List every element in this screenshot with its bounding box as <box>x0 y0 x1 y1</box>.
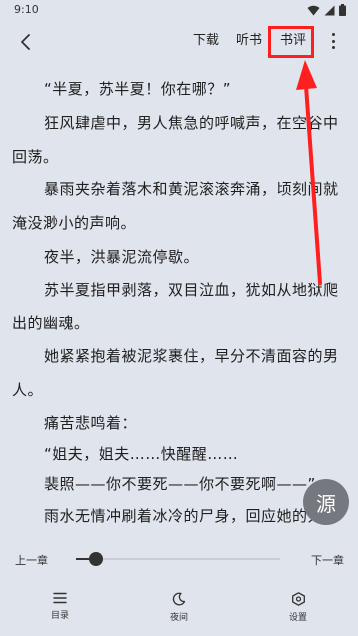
text-line: 淹没渺小的声响。 <box>12 214 137 232</box>
catalog-label: 目录 <box>50 611 69 621</box>
text-line: 暴雨夹杂着落木和黄泥滚滚奔涌，顷刻间就 <box>44 180 339 198</box>
back-button[interactable] <box>14 30 38 54</box>
text-line: 回荡。 <box>12 148 59 166</box>
settings-icon <box>291 592 305 606</box>
status-icons <box>307 4 346 16</box>
progress-slider[interactable] <box>76 552 280 566</box>
text-line: 出的幽魂。 <box>12 314 90 332</box>
text-line: “半夏，苏半夏！你在哪？” <box>44 80 232 98</box>
menu-list-icon <box>53 592 67 604</box>
status-bar: 9:10 <box>0 0 358 20</box>
status-time: 9:10 <box>14 3 39 16</box>
more-options-button[interactable] <box>326 30 340 52</box>
next-chapter-button[interactable]: 下一章 <box>311 552 344 568</box>
bottom-nav: 目录 夜间 设置 <box>0 588 358 636</box>
more-dot <box>331 46 335 49</box>
text-line: 苏半夏指甲剥落，双目泣血，犹如从地狱爬 <box>44 281 339 299</box>
text-line: 狂风肆虐中，男人焦急的呼喊声，在空谷中 <box>44 114 339 132</box>
text-line: 她紧紧抱着被泥浆裹住，早分不清面容的男 <box>44 347 339 365</box>
progress-thumb[interactable] <box>89 552 104 566</box>
text-line: 夜半，洪暴泥流停歇。 <box>44 248 200 266</box>
text-line: 人。 <box>12 381 44 399</box>
listen-button[interactable]: 听书 <box>236 31 262 51</box>
source-button[interactable]: 源 <box>303 479 349 525</box>
chapter-progress: 上一章 下一章 <box>0 544 358 574</box>
more-dot <box>331 33 335 36</box>
night-mode-button[interactable]: 夜间 <box>144 592 214 623</box>
text-line: “姐夫，姐夫……快醒醒…… <box>44 445 239 463</box>
prev-chapter-button[interactable]: 上一章 <box>15 552 48 568</box>
download-button[interactable]: 下载 <box>193 31 219 51</box>
review-highlight-box <box>268 26 314 58</box>
night-label: 夜间 <box>169 613 188 623</box>
signal-icon <box>324 5 335 15</box>
text-line: 痛苦悲鸣着： <box>44 414 138 432</box>
wifi-icon <box>307 5 320 15</box>
chapter-content[interactable]: “半夏，苏半夏！你在哪？” 狂风肆虐中，男人焦急的呼喊声，在空谷中 回荡。 暴雨… <box>0 72 358 540</box>
chevron-left-icon <box>21 34 30 50</box>
settings-label: 设置 <box>288 613 307 623</box>
settings-button[interactable]: 设置 <box>263 592 333 623</box>
moon-icon <box>172 592 186 606</box>
catalog-button[interactable]: 目录 <box>25 592 95 621</box>
more-dot <box>331 39 335 43</box>
battery-icon <box>339 4 346 16</box>
